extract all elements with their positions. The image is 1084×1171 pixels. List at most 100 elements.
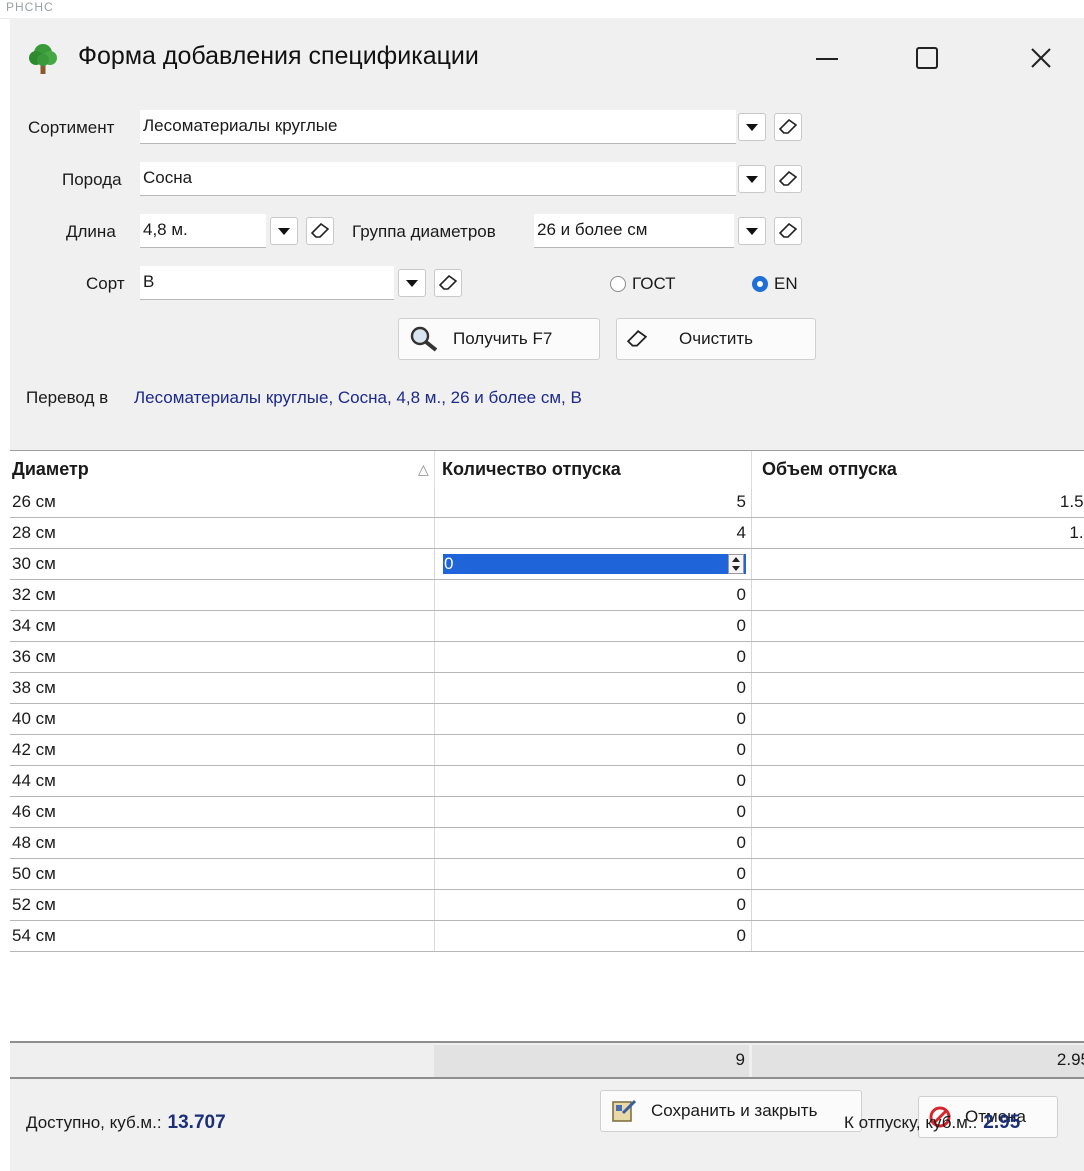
quantity-cell[interactable]: 0 <box>434 642 750 672</box>
title-bar: Форма добавления спецификации <box>10 18 1084 96</box>
assortment-dropdown-button[interactable] <box>738 113 766 141</box>
close-button[interactable] <box>1006 30 1076 86</box>
total-volume-cell: 2.95 <box>752 1045 1084 1077</box>
volume-cell: 0 <box>751 766 1084 796</box>
quantity-value: 0 <box>736 647 746 666</box>
get-button[interactable]: Получить F7 <box>398 318 600 360</box>
chevron-down-icon <box>406 279 418 287</box>
chevron-down-icon <box>746 123 758 131</box>
diameter-cell: 36 см <box>12 647 56 666</box>
minimize-button[interactable] <box>792 30 862 86</box>
quantity-cell[interactable]: 5 <box>434 487 750 517</box>
quantity-value: 0 <box>736 771 746 790</box>
table-row[interactable]: 44 см 00 <box>10 766 1084 797</box>
table-row[interactable]: 38 см 00 <box>10 673 1084 704</box>
table-row[interactable]: 30 см 00 <box>10 549 1084 580</box>
table-row[interactable]: 50 см 00 <box>10 859 1084 890</box>
species-dropdown-button[interactable] <box>738 165 766 193</box>
volume-cell: 0 <box>751 797 1084 827</box>
diameter-cell: 52 см <box>12 895 56 914</box>
quantity-value: 0 <box>736 709 746 728</box>
quantity-cell[interactable]: 0 <box>434 859 750 889</box>
background-window-text: PHCHC <box>6 0 54 14</box>
to-release-label: К отпуску, куб.м.: <box>844 1113 978 1132</box>
minimize-icon <box>816 58 838 60</box>
table-row[interactable]: 32 см 00 <box>10 580 1084 611</box>
length-combo[interactable]: 4,8 м. <box>140 214 266 248</box>
save-close-button[interactable]: Сохранить и закрыть <box>600 1090 862 1132</box>
maximize-icon <box>916 47 938 69</box>
grade-dropdown-button[interactable] <box>398 269 426 297</box>
table-row[interactable]: 52 см 00 <box>10 890 1084 921</box>
volume-value: 1.55 <box>1059 492 1084 511</box>
table-row[interactable]: 36 см 00 <box>10 642 1084 673</box>
column-separator <box>434 451 435 487</box>
quantity-cell[interactable]: 0 <box>434 766 750 796</box>
quantity-editor-input[interactable]: 0 <box>443 554 746 574</box>
quantity-value: 0 <box>736 802 746 821</box>
specification-window: Форма добавления спецификации Сортимент … <box>10 18 1084 1171</box>
quantity-value: 4 <box>736 523 746 542</box>
volume-cell: 1.55 <box>751 487 1084 517</box>
magnifier-icon <box>410 326 438 352</box>
table-row[interactable]: 28 см 4 1.4 <box>10 518 1084 549</box>
volume-cell: 0 <box>751 921 1084 951</box>
clear-form-button[interactable]: Очистить <box>616 318 816 360</box>
quantity-cell[interactable]: 0 <box>434 921 750 951</box>
quantity-value: 0 <box>736 585 746 604</box>
quantity-spinner[interactable] <box>728 554 744 574</box>
assortment-combo[interactable]: Лесоматериалы круглые <box>140 110 736 144</box>
diameter-group-clear-button[interactable] <box>774 217 802 245</box>
clear-form-button-label: Очистить <box>679 329 754 348</box>
table-row[interactable]: 54 см 00 <box>10 921 1084 952</box>
table-row[interactable]: 34 см 00 <box>10 611 1084 642</box>
radio-circle-gost <box>610 276 626 292</box>
quantity-cell[interactable]: 0 <box>434 673 750 703</box>
radio-gost[interactable]: ГОСТ <box>610 274 676 294</box>
quantity-value: 0 <box>736 833 746 852</box>
length-clear-button[interactable] <box>306 217 334 245</box>
volume-cell: 0 <box>751 859 1084 889</box>
quantity-cell[interactable]: 0 <box>434 890 750 920</box>
quantity-cell[interactable]: 0 <box>434 580 750 610</box>
total-quantity-cell: 9 <box>434 1045 749 1077</box>
table-row[interactable]: 40 см 00 <box>10 704 1084 735</box>
column-header-diameter[interactable]: Диаметр <box>12 459 89 480</box>
save-document-icon <box>612 1099 637 1122</box>
quantity-cell[interactable]: 0 <box>434 735 750 765</box>
quantity-cell[interactable]: 0 <box>434 704 750 734</box>
radio-en[interactable]: EN <box>752 274 798 294</box>
table-row[interactable]: 26 см 5 1.55 <box>10 487 1084 518</box>
eraser-icon <box>627 330 647 347</box>
diameter-group-combo[interactable]: 26 и более см <box>534 214 734 248</box>
diameter-group-dropdown-button[interactable] <box>738 217 766 245</box>
quantity-cell[interactable]: 4 <box>434 518 750 548</box>
volume-cell: 0 <box>751 549 1084 579</box>
window-title: Форма добавления спецификации <box>78 42 479 70</box>
total-quantity: 9 <box>735 1050 745 1069</box>
to-release-status: К отпуску, куб.м.: 2.95 <box>844 1112 1020 1134</box>
radio-circle-en-selected <box>752 276 768 292</box>
close-icon <box>1031 48 1051 68</box>
grade-combo[interactable]: В <box>140 266 394 300</box>
quantity-cell[interactable]: 0 <box>434 611 750 641</box>
species-clear-button[interactable] <box>774 165 802 193</box>
background-window-strip: PHCHC <box>0 0 1084 19</box>
maximize-button[interactable] <box>892 30 962 86</box>
quantity-cell[interactable]: 0 <box>434 549 750 579</box>
column-header-volume[interactable]: Объем отпуска <box>762 459 897 480</box>
length-label: Длина <box>66 222 116 241</box>
assortment-clear-button[interactable] <box>774 113 802 141</box>
table-row[interactable]: 48 см 00 <box>10 828 1084 859</box>
table-row[interactable]: 42 см 00 <box>10 735 1084 766</box>
grade-clear-button[interactable] <box>434 269 462 297</box>
table-row[interactable]: 46 см 00 <box>10 797 1084 828</box>
grid-header: Диаметр △ Количество отпуска Объем отпус… <box>10 451 1084 487</box>
species-combo[interactable]: Сосна <box>140 162 736 196</box>
quantity-cell[interactable]: 0 <box>434 797 750 827</box>
diameter-cell: 48 см <box>12 833 56 852</box>
column-header-quantity[interactable]: Количество отпуска <box>442 459 621 480</box>
species-label: Порода <box>62 170 122 189</box>
quantity-cell[interactable]: 0 <box>434 828 750 858</box>
length-dropdown-button[interactable] <box>270 217 298 245</box>
